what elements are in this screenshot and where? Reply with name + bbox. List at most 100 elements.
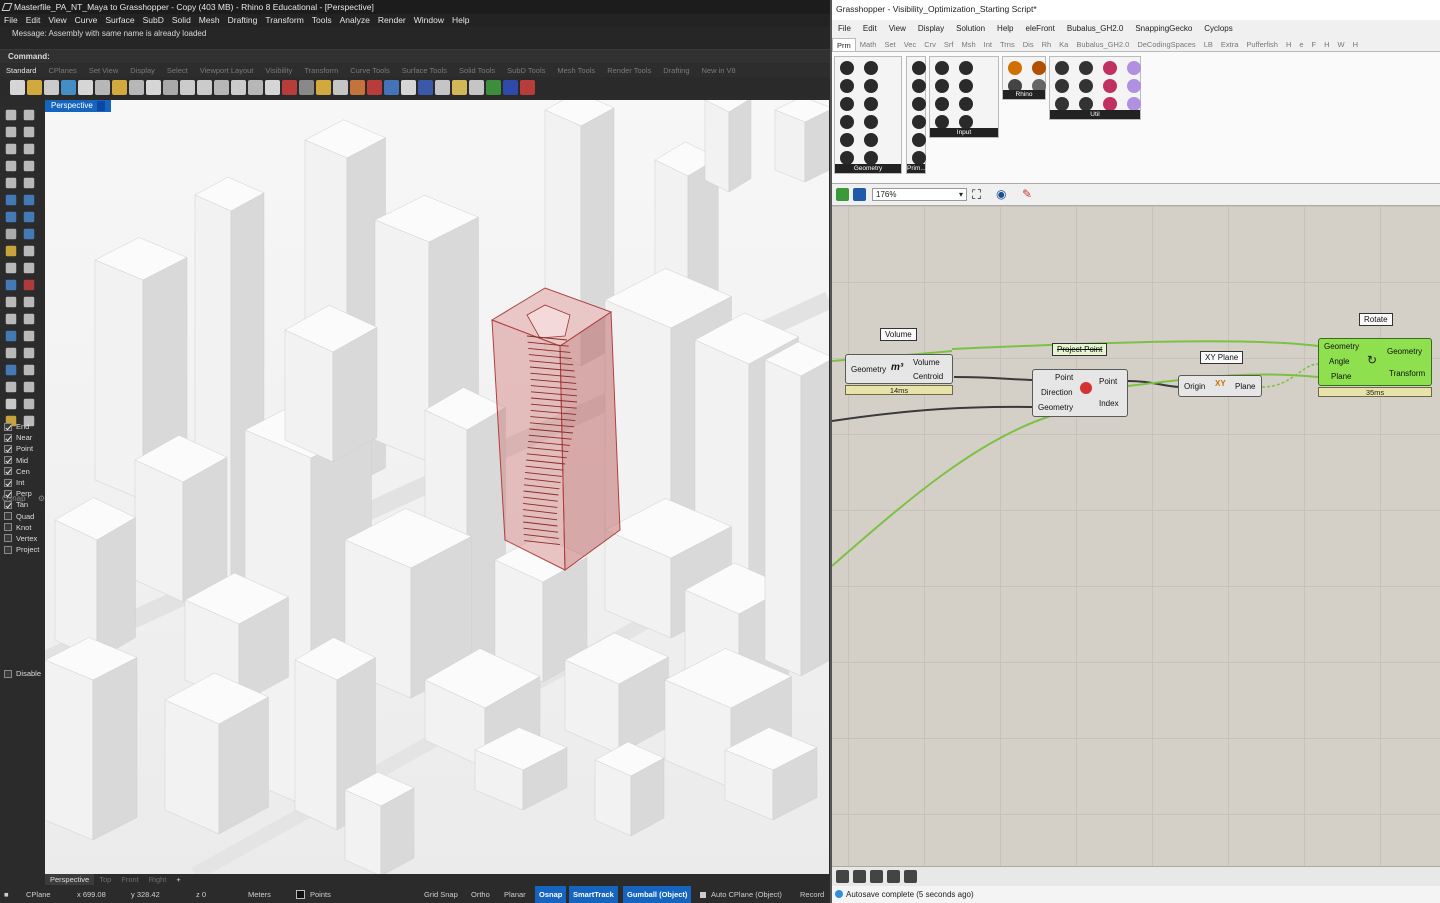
ribbon-component-icon[interactable] [1127, 79, 1141, 93]
ribbon-component-icon[interactable] [864, 151, 878, 165]
osnap-quad-checkbox[interactable] [4, 512, 12, 521]
toolbar-tab-surface-tools[interactable]: Surface Tools [396, 64, 453, 77]
ribbon-component-icon[interactable] [840, 151, 854, 165]
toolbar-tool-icon[interactable] [10, 79, 25, 95]
left-tool-icon[interactable] [23, 313, 35, 325]
gh-menu-cyclops[interactable]: Cyclops [1198, 20, 1238, 38]
left-tool-icon[interactable] [5, 228, 17, 240]
ribbon-component-icon[interactable] [1103, 79, 1117, 93]
ribbon-component-icon[interactable] [840, 97, 854, 111]
left-tool-icon[interactable] [5, 296, 17, 308]
osnap-point-checkbox[interactable] [4, 444, 12, 453]
left-tool-icon[interactable] [5, 398, 17, 410]
osnap-project-checkbox[interactable] [4, 545, 12, 554]
left-tool-icon[interactable] [5, 143, 17, 155]
grid-snap-toggle[interactable]: Grid Snap [424, 886, 458, 903]
toolbar-tool-icon[interactable] [401, 79, 416, 95]
toolbar-tool-icon[interactable] [333, 79, 348, 95]
ribbon-component-icon[interactable] [959, 97, 973, 111]
ribbon-component-icon[interactable] [959, 115, 973, 129]
smarttrack-toggle[interactable]: SmartTrack [569, 886, 618, 903]
toolbar-tab-viewport-layout[interactable]: Viewport Layout [194, 64, 260, 77]
toolbar-tool-icon[interactable] [503, 79, 518, 95]
ribbon-component-icon[interactable] [840, 133, 854, 147]
ribbon-component-icon[interactable] [935, 79, 949, 93]
osnap-knot-checkbox[interactable] [4, 523, 12, 532]
left-tool-icon[interactable] [23, 143, 35, 155]
gh-tab-bubalus-gh2-0[interactable]: Bubalus_GH2.0 [1072, 38, 1133, 51]
ribbon-component-icon[interactable] [1127, 97, 1141, 111]
gh-tab-e[interactable]: e [1295, 38, 1307, 51]
toolbar-tool-icon[interactable] [316, 79, 331, 95]
toolbar-tool-icon[interactable] [435, 79, 450, 95]
left-tool-icon[interactable] [23, 228, 35, 240]
ribbon-component-icon[interactable] [864, 79, 878, 93]
toolbar-tool-icon[interactable] [452, 79, 467, 95]
left-tool-icon[interactable] [23, 296, 35, 308]
osnap-disable[interactable]: Disable [4, 668, 41, 679]
gh-tab-vec[interactable]: Vec [900, 38, 921, 51]
gh-tab-math[interactable]: Math [856, 38, 881, 51]
ribbon-component-icon[interactable] [1127, 61, 1141, 75]
rhino-menu-edit[interactable]: Edit [22, 14, 45, 27]
city-model-render[interactable] [45, 100, 829, 874]
osnap-end-checkbox[interactable] [4, 422, 12, 431]
volume-component[interactable]: Geometry m³ Volume Centroid 14ms [845, 354, 953, 395]
disable-checkbox[interactable] [4, 669, 12, 678]
left-tool-icon[interactable] [23, 126, 35, 138]
osnap-int-checkbox[interactable] [4, 478, 12, 487]
left-tool-icon[interactable] [5, 330, 17, 342]
ribbon-component-icon[interactable] [935, 115, 949, 129]
toolbar-tab-curve-tools[interactable]: Curve Tools [344, 64, 395, 77]
osnap-near[interactable]: Near [4, 432, 39, 443]
left-tool-icon[interactable] [23, 347, 35, 359]
osnap-project[interactable]: Project [4, 544, 39, 555]
rhino-menu-file[interactable]: File [0, 14, 22, 27]
toolbar-tool-icon[interactable] [265, 79, 280, 95]
toolbar-tab-new-in-v8[interactable]: New in V8 [696, 64, 742, 77]
toolbar-tool-icon[interactable] [384, 79, 399, 95]
left-tool-icon[interactable] [5, 194, 17, 206]
rhino-menu-help[interactable]: Help [448, 14, 473, 27]
ribbon-component-icon[interactable] [935, 97, 949, 111]
osnap-int[interactable]: Int [4, 477, 39, 488]
auto-cplane-toggle[interactable]: Auto CPlane (Object) [711, 886, 782, 903]
toolbar-tool-icon[interactable] [197, 79, 212, 95]
osnap-quad[interactable]: Quad [4, 511, 39, 522]
ribbon-component-icon[interactable] [840, 115, 854, 129]
layer-swatch[interactable] [296, 890, 305, 899]
ribbon-component-icon[interactable] [864, 115, 878, 129]
viewport-tab-right[interactable]: Right [144, 874, 172, 885]
gumball-toggle[interactable]: Gumball (Object) [623, 886, 692, 903]
status-layer[interactable]: Points [310, 886, 331, 903]
toolbar-tool-icon[interactable] [214, 79, 229, 95]
toolbar-tool-icon[interactable] [44, 79, 59, 95]
gh-menu-bubalus-gh2-0[interactable]: Bubalus_GH2.0 [1061, 20, 1129, 38]
gh-tab-msh[interactable]: Msh [957, 38, 979, 51]
gh-tab-h[interactable]: H [1349, 38, 1362, 51]
ribbon-component-icon[interactable] [912, 79, 926, 93]
ribbon-component-icon[interactable] [1055, 97, 1069, 111]
toolbar-tab-cplanes[interactable]: CPlanes [42, 64, 82, 77]
left-tool-icon[interactable] [23, 381, 35, 393]
left-tool-icon[interactable] [23, 262, 35, 274]
toolbar-tab-transform[interactable]: Transform [298, 64, 344, 77]
left-tool-icon[interactable] [5, 262, 17, 274]
ribbon-component-icon[interactable] [912, 133, 926, 147]
gh-tab-f[interactable]: F [1308, 38, 1321, 51]
gh-tab-crv[interactable]: Crv [920, 38, 940, 51]
gh-tab-w[interactable]: W [1334, 38, 1349, 51]
toolbar-tab-set-view[interactable]: Set View [83, 64, 124, 77]
osnap-perp-checkbox[interactable] [4, 489, 12, 498]
gh-menu-file[interactable]: File [832, 20, 857, 38]
gh-menu-snappinggecko[interactable]: SnappingGecko [1129, 20, 1198, 38]
toolbar-tool-icon[interactable] [367, 79, 382, 95]
ribbon-component-icon[interactable] [1008, 61, 1022, 75]
gh-canvas[interactable]: Volume Geometry m³ Volume Centroid 14ms … [832, 206, 1440, 866]
ribbon-component-icon[interactable] [1103, 97, 1117, 111]
ribbon-component-icon[interactable] [1055, 79, 1069, 93]
rhino-menu-window[interactable]: Window [410, 14, 448, 27]
ribbon-component-icon[interactable] [959, 79, 973, 93]
left-tool-icon[interactable] [5, 126, 17, 138]
gh-menu-elefront[interactable]: eleFront [1020, 20, 1061, 38]
